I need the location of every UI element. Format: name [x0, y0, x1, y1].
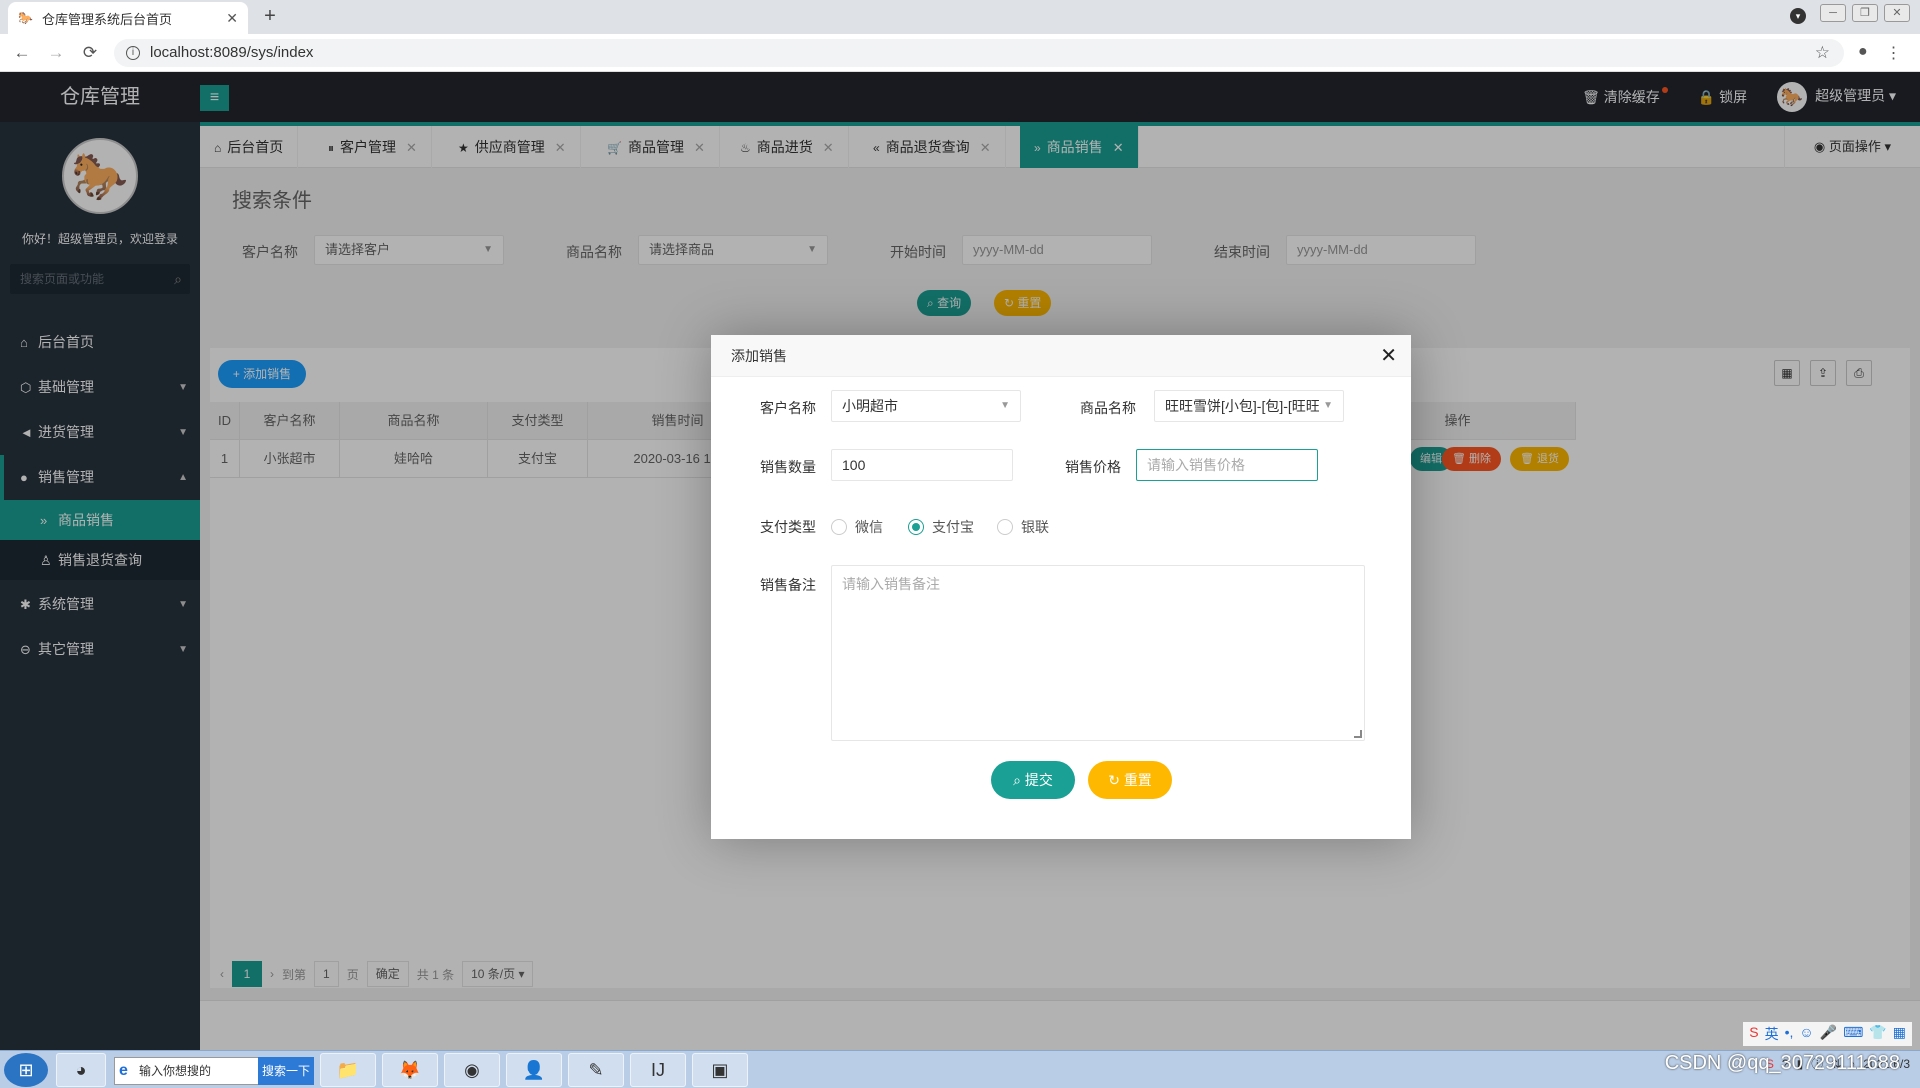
info-icon[interactable]: i [126, 45, 140, 60]
radio-circle [908, 519, 924, 535]
browser-tab[interactable]: 🐎 仓库管理系统后台首页 ✕ [8, 2, 248, 34]
punctuation-icon[interactable]: •, [1785, 1024, 1794, 1044]
app-360-icon[interactable]: ◕ [56, 1053, 106, 1087]
terminal-icon[interactable]: ▣ [692, 1053, 748, 1087]
goods-label: 商品名称 [1080, 400, 1136, 416]
back-button[interactable]: ← [10, 41, 34, 65]
kebab-menu-icon[interactable]: ⋮ [1886, 43, 1902, 63]
refresh-icon: ↻ [1108, 772, 1124, 788]
radio-label: 支付宝 [932, 519, 974, 535]
caret-down-icon: ▼ [1000, 400, 1010, 411]
url-text: localhost:8089/sys/index [150, 44, 314, 61]
price-label: 销售价格 [1065, 459, 1121, 475]
browser-tabstrip: 🐎 仓库管理系统后台首页 ✕ + ─ ❐ ✕ ▾ [0, 0, 1920, 34]
ime-language[interactable]: 英 [1765, 1024, 1779, 1044]
radio-circle [831, 519, 847, 535]
qty-label: 销售数量 [760, 459, 816, 475]
pay-radio-wechat[interactable]: 微信 [831, 517, 883, 537]
browser-toolbar: ← → ⟳ i localhost:8089/sys/index ☆ ● ⋮ [0, 34, 1920, 72]
toolbar-right: ● ⋮ [1858, 43, 1902, 63]
horse-icon: 🐎 [18, 11, 33, 25]
file-explorer-icon[interactable]: 📁 [320, 1053, 376, 1087]
browser-tab-title: 仓库管理系统后台首页 [42, 11, 173, 27]
minimize-icon[interactable]: ─ [1820, 4, 1846, 22]
ie-search-placeholder: 输入你想搜的 [139, 1064, 212, 1078]
grid-icon[interactable]: ▦ [1893, 1024, 1906, 1044]
app-avatar-icon[interactable]: 👤 [506, 1053, 562, 1087]
modal-reset-label: 重置 [1123, 772, 1152, 788]
goods-select[interactable]: 旺旺雪饼[小包]-[包]-[旺旺 ▼ [1154, 390, 1344, 422]
firefox-icon[interactable]: 🦊 [382, 1053, 438, 1087]
goods-value: 旺旺雪饼[小包]-[包]-[旺旺 [1165, 398, 1320, 414]
chrome-icon[interactable]: ◉ [444, 1053, 500, 1087]
submit-label: 提交 [1024, 772, 1053, 788]
intellij-icon[interactable]: IJ [630, 1053, 686, 1087]
chevron-down-icon[interactable]: ▾ [1790, 8, 1806, 24]
caret-down-icon: ▼ [1319, 391, 1333, 421]
close-icon[interactable]: ✕ [1380, 335, 1397, 377]
os-taskbar: ⊞ ◕ e 输入你想搜的 搜索一下 📁 🦊 ◉ 👤 ✎ IJ ▣ S ? ▮ ⓘ … [0, 1050, 1920, 1088]
shirt-icon[interactable]: 👕 [1869, 1024, 1886, 1044]
dialog-header: 添加销售 ✕ [711, 335, 1411, 377]
forward-button[interactable]: → [44, 41, 68, 65]
radio-label: 银联 [1021, 519, 1049, 535]
csdn-watermark: CSDN @qq_30729111688 [1664, 1052, 1900, 1074]
customer-value: 小明超市 [842, 398, 898, 414]
keyboard-icon[interactable]: ⌨ [1843, 1024, 1863, 1044]
radio-label: 微信 [855, 519, 883, 535]
price-input[interactable]: 请输入销售价格 [1136, 449, 1318, 481]
address-bar[interactable]: i localhost:8089/sys/index ☆ [114, 38, 1844, 67]
ie-search-input[interactable]: e 输入你想搜的 [114, 1057, 260, 1085]
folder-icon[interactable]: ✎ [568, 1053, 624, 1087]
pay-radio-alipay[interactable]: 支付宝 [908, 517, 974, 537]
radio-circle [997, 519, 1013, 535]
customer-select[interactable]: 小明超市 ▼ [831, 390, 1021, 422]
reload-button[interactable]: ⟳ [78, 41, 102, 65]
pay-radio-unionpay[interactable]: 银联 [997, 517, 1049, 537]
remark-textarea[interactable]: 请输入销售备注 [831, 565, 1365, 741]
pay-type-label: 支付类型 [760, 519, 816, 535]
maximize-icon[interactable]: ❐ [1852, 4, 1878, 22]
remark-placeholder: 请输入销售备注 [842, 576, 940, 592]
close-icon[interactable]: ✕ [226, 10, 238, 27]
close-window-icon[interactable]: ✕ [1884, 4, 1910, 22]
qty-input[interactable]: 100 [831, 449, 1013, 481]
profile-icon[interactable]: ● [1858, 43, 1868, 63]
ie-search-button[interactable]: 搜索一下 [258, 1057, 314, 1085]
emoji-icon[interactable]: ☺ [1799, 1024, 1813, 1044]
bookmark-star-icon[interactable]: ☆ [1815, 43, 1830, 63]
remark-label: 销售备注 [760, 577, 816, 593]
ie-icon: e [119, 1062, 128, 1079]
sogou-s-icon[interactable]: S [1749, 1024, 1758, 1044]
dialog-title: 添加销售 [731, 348, 787, 364]
new-tab-button[interactable]: + [258, 4, 282, 28]
resize-handle[interactable] [1354, 730, 1362, 738]
submit-button[interactable]: ⌕ 提交 [991, 761, 1075, 799]
ime-toolbar: S 英 •, ☺ 🎤 ⌨ 👕 ▦ [1743, 1022, 1912, 1046]
modal-reset-button[interactable]: ↻ 重置 [1088, 761, 1172, 799]
mic-icon[interactable]: 🎤 [1820, 1024, 1837, 1044]
customer-label: 客户名称 [760, 400, 816, 416]
window-controls: ─ ❐ ✕ [1820, 4, 1910, 22]
search-icon: ⌕ [1013, 772, 1025, 788]
add-sale-dialog: 添加销售 ✕ 客户名称 小明超市 ▼ 商品名称 旺旺雪饼[小包]-[包]-[旺旺 ▼… [711, 335, 1411, 839]
windows-start-icon[interactable]: ⊞ [4, 1053, 48, 1087]
